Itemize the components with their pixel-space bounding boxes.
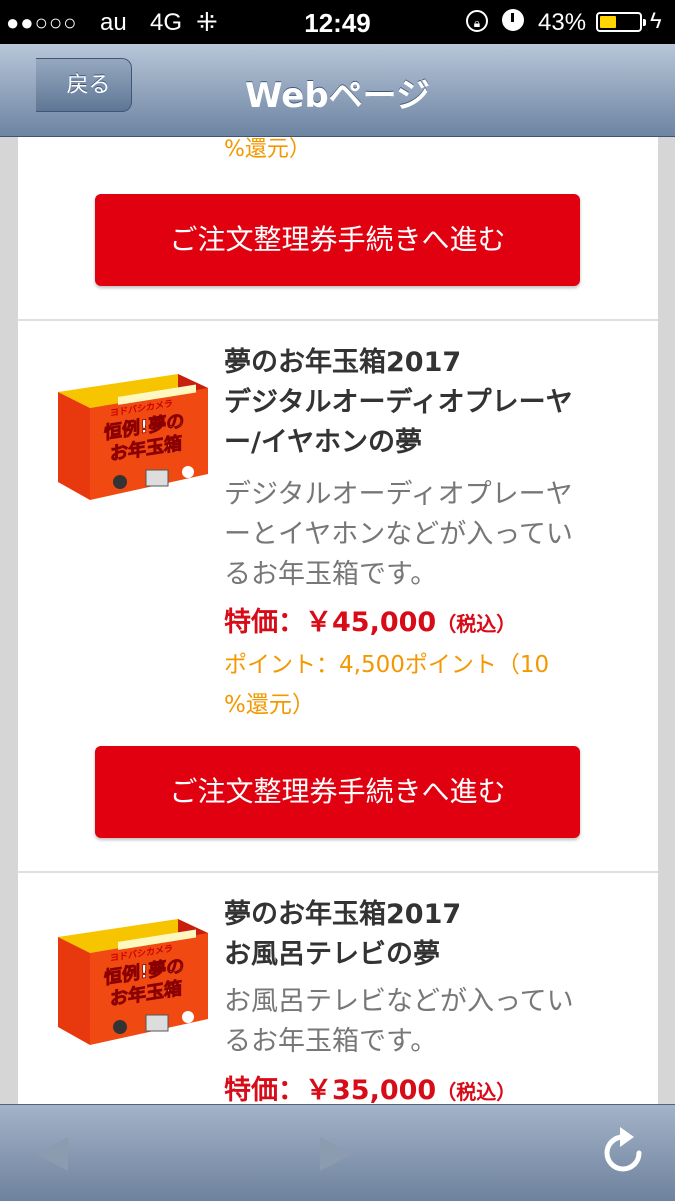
product-list: %還元） ご注文整理券手続きへ進む ヨドバシカメラ 恒例!夢の お年玉箱 夢のお… (18, 137, 658, 1104)
product-name[interactable]: 夢のお年玉箱2017 お風呂テレビの夢 (224, 895, 644, 975)
description-line: るお年玉箱です。 (224, 559, 438, 590)
product-points: ポイント：4,500ポイント（10 %還元） (224, 645, 644, 725)
back-arrow-icon[interactable] (36, 1137, 68, 1171)
box-illustration: ヨドバシカメラ 恒例!夢の お年玉箱 (58, 919, 208, 1045)
item-divider (18, 871, 658, 873)
battery-fill (600, 16, 616, 28)
product-name-line: 夢のお年玉箱2017 (224, 899, 462, 930)
product-name-line: お風呂テレビの夢 (224, 939, 440, 970)
description-line: ーとイヤホンなどが入ってい (224, 519, 573, 550)
description-line: お風呂テレビなどが入ってい (224, 986, 574, 1017)
product-description: デジタルオーディオプレーヤ ーとイヤホンなどが入ってい るお年玉箱です。 (224, 475, 644, 595)
product-price: 特価：￥45,000（税込） (224, 603, 516, 644)
description-line: デジタルオーディオプレーヤ (224, 479, 573, 510)
points-line: ポイント：4,500ポイント（10 (224, 652, 550, 678)
item-divider (18, 319, 658, 321)
product-box-image[interactable]: ヨドバシカメラ 恒例!夢の お年玉箱 (48, 907, 213, 1047)
browser-toolbar (0, 1104, 675, 1201)
web-content[interactable]: %還元） ご注文整理券手続きへ進む ヨドバシカメラ 恒例!夢の お年玉箱 夢のお… (0, 137, 675, 1104)
order-ticket-button[interactable]: ご注文整理券手続きへ進む (95, 746, 580, 838)
product-name-line: 夢のお年玉箱2017 (224, 347, 462, 378)
price-value: 特価：￥35,000 (224, 1075, 437, 1104)
page-title: Webページ (244, 76, 430, 116)
product-name-line: ー/イヤホンの夢 (224, 427, 423, 458)
rotation-lock-icon: 🔒︎ (466, 10, 488, 32)
product-name-line: デジタルオーディオプレーヤ (224, 387, 573, 418)
points-text-fragment: %還元） (224, 137, 311, 162)
tax-label: （税込） (436, 1080, 517, 1104)
alarm-icon (502, 9, 524, 31)
points-line: %還元） (224, 692, 315, 718)
status-bar: ●●○○○ au 4G ⁜ 12:49 🔒︎ 43% ϟ (0, 0, 675, 44)
order-ticket-button[interactable]: ご注文整理券手続きへ進む (95, 194, 580, 286)
charging-icon: ϟ (650, 8, 662, 33)
product-name[interactable]: 夢のお年玉箱2017 デジタルオーディオプレーヤ ー/イヤホンの夢 (224, 343, 644, 463)
product-description: お風呂テレビなどが入ってい るお年玉箱です。 (224, 982, 644, 1062)
product-price: 特価：￥35,000（税込） (224, 1071, 516, 1104)
battery-percentage: 43% (538, 9, 587, 36)
reload-icon[interactable] (600, 1127, 646, 1177)
forward-arrow-icon[interactable] (320, 1137, 352, 1171)
tax-label: （税込） (436, 612, 517, 636)
battery-icon (596, 12, 646, 32)
box-illustration: ヨドバシカメラ 恒例!夢の お年玉箱 (58, 374, 208, 500)
description-line: るお年玉箱です。 (224, 1026, 438, 1057)
product-box-image[interactable]: ヨドバシカメラ 恒例!夢の お年玉箱 (48, 362, 213, 502)
price-value: 特価：￥45,000 (224, 607, 437, 638)
navigation-bar: 戻る Webページ (0, 44, 675, 137)
